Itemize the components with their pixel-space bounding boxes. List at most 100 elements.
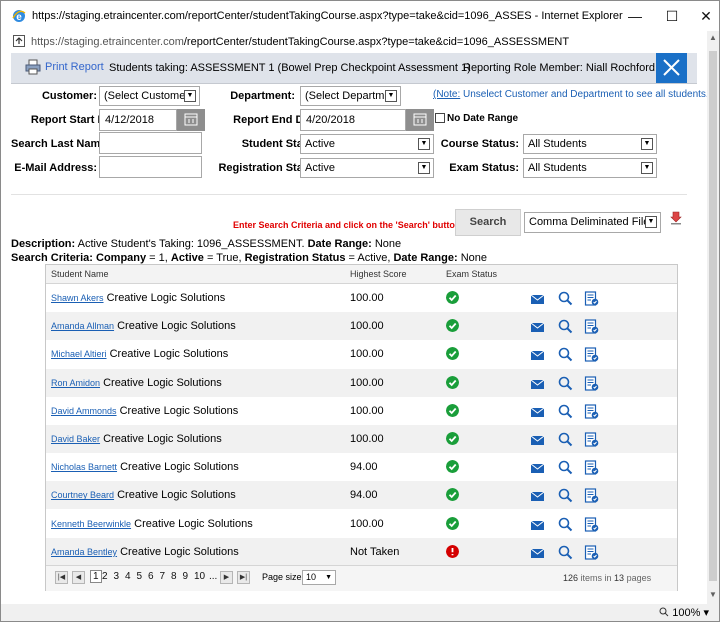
student-status-select[interactable]: Active ▼ (300, 134, 434, 154)
scroll-down-icon[interactable]: ▼ (707, 588, 719, 602)
search-icon[interactable] (558, 432, 573, 447)
student-name-link[interactable]: Ron Amidon (51, 378, 100, 388)
report-icon[interactable] (584, 488, 599, 503)
customer-select[interactable]: (Select Customer) ▼ (99, 86, 200, 106)
student-name-link[interactable]: Kenneth Beerwinkle (51, 519, 131, 529)
search-icon[interactable] (558, 517, 573, 532)
report-icon[interactable] (584, 460, 599, 475)
close-report-button[interactable] (656, 53, 687, 83)
scroll-up-icon[interactable]: ▲ (707, 31, 719, 45)
search-icon[interactable] (558, 291, 573, 306)
highest-score-cell: 100.00 (350, 404, 384, 417)
table-row: David Baker Creative Logic Solutions 100.… (46, 425, 677, 453)
page-number-7[interactable]: 7 (160, 571, 166, 582)
page-number-5[interactable]: 5 (137, 571, 143, 582)
student-name-link[interactable]: Shawn Akers (51, 293, 104, 303)
report-icon[interactable] (584, 545, 599, 560)
company-name: Creative Logic Solutions (100, 376, 222, 389)
window-title: https://staging.etraincenter.com/reportC… (32, 10, 623, 22)
mail-icon[interactable] (530, 517, 545, 532)
course-status-select[interactable]: All Students ▼ (523, 134, 657, 154)
registration-status-value: Active (305, 162, 335, 174)
page-number-2[interactable]: 2 (102, 571, 108, 582)
student-name-cell: Amanda Bentley Creative Logic Solutions (51, 546, 239, 558)
table-row: Michael Altieri Creative Logic Solutions… (46, 340, 677, 368)
student-name-cell: David Ammonds Creative Logic Solutions (51, 405, 238, 417)
student-name-link[interactable]: Michael Altieri (51, 349, 107, 359)
export-format-select[interactable]: Comma Deliminated File ▼ (524, 212, 661, 233)
chevron-down-icon: ▼ (325, 574, 332, 581)
page-number-9[interactable]: 9 (183, 571, 189, 582)
search-button[interactable]: Search (455, 209, 521, 236)
student-name-link[interactable]: Nicholas Barnett (51, 462, 117, 472)
search-criteria: Search Criteria: Company = 1, Active = T… (11, 252, 487, 264)
start-date-calendar-button[interactable] (177, 109, 205, 131)
student-name-link[interactable]: Amanda Allman (51, 321, 114, 331)
report-start-date-input[interactable]: 4/12/2018 (99, 109, 177, 131)
column-header-student-name[interactable]: Student Name (51, 269, 109, 279)
email-input[interactable] (99, 156, 202, 178)
report-icon[interactable] (584, 516, 599, 532)
mail-icon[interactable] (530, 404, 545, 419)
registration-status-select[interactable]: Active ▼ (300, 158, 434, 178)
department-select[interactable]: (Select Departmer ▼ (300, 86, 401, 106)
export-download-icon[interactable] (670, 211, 682, 225)
page-number-8[interactable]: 8 (171, 571, 177, 582)
student-name-link[interactable]: Courtney Beard (51, 490, 114, 500)
check-circle-icon (446, 403, 459, 417)
prev-page-button[interactable]: ◀ (72, 571, 85, 584)
mail-icon[interactable] (530, 291, 545, 306)
mail-icon[interactable] (530, 460, 545, 475)
page-number-3[interactable]: 3 (114, 571, 120, 582)
last-page-button[interactable]: ▶| (237, 571, 250, 584)
student-name-link[interactable]: David Baker (51, 434, 100, 444)
vertical-scrollbar[interactable]: ▲ ▼ (707, 31, 719, 604)
zoom-control[interactable]: 100% ▾ (659, 606, 709, 619)
mail-icon[interactable] (530, 488, 545, 503)
mail-icon[interactable] (530, 545, 545, 560)
page-number-4[interactable]: 4 (125, 571, 131, 582)
search-icon[interactable] (558, 319, 573, 334)
column-header-highest-score[interactable]: Highest Score (350, 269, 407, 279)
print-report-button[interactable]: Print Report (25, 59, 104, 77)
report-icon[interactable] (584, 319, 599, 334)
page-number-more[interactable]: ... (209, 571, 217, 582)
search-icon[interactable] (558, 347, 573, 362)
page-number-1[interactable]: 1 (90, 570, 102, 583)
maximize-button[interactable]: ☐ (657, 4, 687, 28)
report-icon[interactable] (584, 347, 599, 362)
first-page-button[interactable]: |◀ (55, 571, 68, 584)
student-name-link[interactable]: David Ammonds (51, 406, 117, 416)
search-icon[interactable] (558, 460, 573, 475)
items-in-text: items in (578, 573, 615, 583)
mail-icon[interactable] (530, 347, 545, 362)
customer-select-value: (Select Customer) (104, 90, 193, 102)
no-date-range-checkbox[interactable] (435, 113, 445, 123)
search-icon[interactable] (558, 545, 573, 560)
report-icon[interactable] (584, 404, 599, 419)
minimize-button[interactable]: — (620, 4, 650, 28)
end-date-calendar-button[interactable] (406, 109, 434, 131)
report-icon[interactable] (584, 291, 599, 306)
mail-icon[interactable] (530, 319, 545, 334)
exam-status-select[interactable]: All Students ▼ (523, 158, 657, 178)
report-end-date-input[interactable]: 4/20/2018 (300, 109, 406, 131)
page-number-10[interactable]: 10 (194, 571, 205, 582)
mail-icon[interactable] (530, 376, 545, 391)
mail-icon[interactable] (530, 432, 545, 447)
page-size-select[interactable]: 10 ▼ (302, 570, 336, 585)
column-header-exam-status[interactable]: Exam Status (446, 269, 497, 279)
student-name-link[interactable]: Amanda Bentley (51, 547, 117, 557)
report-icon[interactable] (584, 432, 599, 447)
search-last-name-input[interactable] (99, 132, 202, 154)
search-icon[interactable] (558, 488, 573, 503)
course-status-value: All Students (528, 138, 587, 150)
window-close-button[interactable]: ✕ (691, 4, 720, 28)
report-icon[interactable] (584, 375, 599, 391)
address-bar[interactable]: https://staging.etraincenter.com/reportC… (9, 32, 711, 52)
next-page-button[interactable]: ▶ (220, 571, 233, 584)
search-icon[interactable] (558, 376, 573, 391)
search-icon[interactable] (558, 404, 573, 419)
page-number-6[interactable]: 6 (148, 571, 154, 582)
scrollbar-thumb[interactable] (709, 51, 717, 581)
